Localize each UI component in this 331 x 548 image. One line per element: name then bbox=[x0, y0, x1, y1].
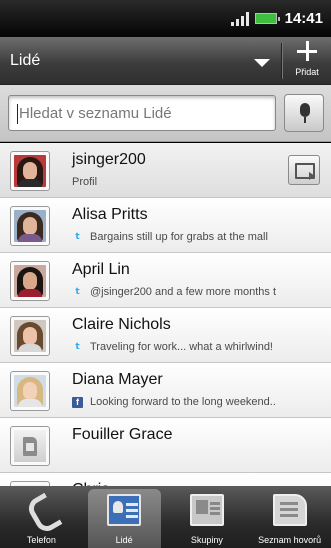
tab-label: Skupiny bbox=[190, 535, 223, 545]
contact-name: Claire Nichols bbox=[72, 316, 171, 333]
title-bar: Lidé Přidat bbox=[0, 37, 331, 85]
add-contact-button[interactable]: Přidat bbox=[283, 37, 331, 85]
contact-item[interactable]: Diana Mayer f Looking forward to the long … bbox=[0, 363, 331, 418]
search-bar: Hledat v seznamu Lidé bbox=[0, 85, 331, 142]
twitter-icon: t bbox=[75, 287, 80, 297]
contact-name: April Lin bbox=[72, 261, 130, 278]
search-input[interactable]: Hledat v seznamu Lidé bbox=[8, 95, 276, 131]
signal-icon bbox=[230, 11, 249, 26]
avatar bbox=[10, 206, 50, 246]
send-vcard-button[interactable] bbox=[288, 155, 320, 185]
tab-label: Seznam hovorů bbox=[258, 535, 322, 545]
contact-name: Alisa Pritts bbox=[72, 206, 148, 223]
plus-icon bbox=[297, 41, 317, 61]
avatar bbox=[10, 261, 50, 301]
contact-item[interactable]: Chris bbox=[0, 473, 331, 486]
bottom-tab-bar: Telefon Lidé Skupiny Seznam hovorů bbox=[0, 486, 331, 548]
contact-status: t Bargains still up for grabs at the mall bbox=[72, 231, 330, 243]
tab-label: Lidé bbox=[115, 535, 133, 545]
contact-item[interactable]: April Lin t @jsinger200 and a few more mon… bbox=[0, 253, 331, 308]
tab-groups[interactable]: Skupiny bbox=[166, 486, 249, 548]
facebook-icon: f bbox=[72, 396, 83, 408]
sim-card-icon bbox=[23, 437, 37, 456]
divider bbox=[281, 43, 282, 79]
microphone-icon bbox=[300, 103, 310, 117]
avatar bbox=[10, 151, 50, 191]
avatar bbox=[10, 316, 50, 356]
contact-name: Diana Mayer bbox=[72, 371, 163, 388]
contact-name: Fouiller Grace bbox=[72, 426, 173, 443]
contact-list[interactable]: jsinger200 Profil Alisa Pritts t Bargains … bbox=[0, 143, 331, 486]
twitter-icon: t bbox=[75, 342, 80, 352]
search-placeholder: Hledat v seznamu Lidé bbox=[19, 104, 172, 122]
dropdown-arrow-icon[interactable] bbox=[254, 59, 270, 67]
contact-status: t Traveling for work... what a whirlwind! bbox=[72, 341, 330, 353]
tab-label: Telefon bbox=[26, 535, 56, 545]
tab-people[interactable]: Lidé bbox=[83, 486, 166, 548]
clock: 14:41 bbox=[284, 10, 323, 27]
twitter-icon: t bbox=[75, 232, 80, 242]
contact-status: f Looking forward to the long weekend.. bbox=[72, 396, 330, 408]
tab-call-history[interactable]: Seznam hovorů bbox=[248, 486, 331, 548]
contact-item[interactable]: Claire Nichols t Traveling for work... wha… bbox=[0, 308, 331, 363]
add-contact-label: Přidat bbox=[295, 67, 319, 77]
call-history-icon bbox=[272, 494, 307, 526]
tab-phone[interactable]: Telefon bbox=[0, 486, 83, 548]
groups-icon bbox=[189, 494, 224, 526]
contact-item[interactable]: Alisa Pritts t Bargains still up for grabs… bbox=[0, 198, 331, 253]
contact-item[interactable]: Fouiller Grace bbox=[0, 418, 331, 473]
contact-status: t @jsinger200 and a few more months t bbox=[72, 286, 330, 298]
avatar bbox=[10, 426, 50, 466]
voice-search-button[interactable] bbox=[284, 94, 324, 132]
avatar bbox=[10, 371, 50, 411]
battery-icon bbox=[254, 13, 280, 24]
profile-name: jsinger200 bbox=[72, 151, 146, 168]
status-bar: 14:41 bbox=[0, 0, 331, 37]
phone-icon bbox=[24, 494, 58, 526]
profile-item[interactable]: jsinger200 Profil bbox=[0, 143, 331, 198]
people-icon bbox=[107, 494, 142, 526]
page-title: Lidé bbox=[10, 52, 41, 69]
